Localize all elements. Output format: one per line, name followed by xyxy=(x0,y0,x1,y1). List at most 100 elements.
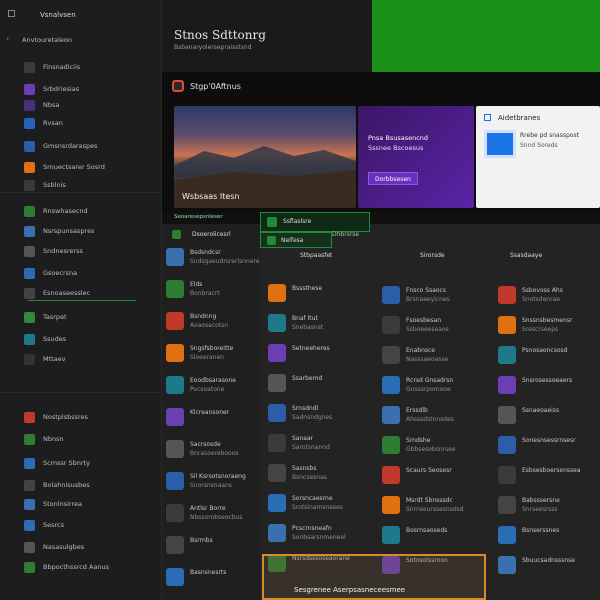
list-item[interactable]: Bnaf ltut Snebasnst xyxy=(268,314,323,332)
item-title: Ssbovoss Ahs xyxy=(522,287,563,294)
app-icon xyxy=(382,466,400,484)
item-title: Sil Ksrsotsnoraeng xyxy=(190,473,246,480)
divider xyxy=(0,192,160,193)
promo-card[interactable]: Pnsa Bsusasencnd Sssnee Bscoesus Dorbbse… xyxy=(358,106,474,208)
card-text-1: Rrebe pd snasspost xyxy=(520,132,579,139)
card-text-2: Snnd Soreds xyxy=(520,142,558,149)
list-item[interactable]: Fsoesbesan Ssboeeeseaos xyxy=(382,316,449,334)
list-item[interactable]: Pcscrnsneafn Sonbsarsnmeneel xyxy=(268,524,346,542)
item-subtitle: Sndsgaeudrsrerlsnnere xyxy=(190,258,260,265)
promo-button-label: Dorbbsesen xyxy=(375,176,411,183)
featured-band: Stgp'0Aftnus Wsbsaas Itesn Pnsa Bsusasen… xyxy=(162,72,600,212)
sidebar-item[interactable]: Bbpocthssrcd Aanus xyxy=(0,558,160,576)
app-icon xyxy=(498,526,516,544)
list-item[interactable]: Enabnsce Nasssaeoasse xyxy=(382,346,448,364)
item-subtitle: Snrnseurssesnsdsd xyxy=(406,506,464,513)
sidebar-item[interactable]: Nasasulgbes xyxy=(0,538,160,556)
list-item[interactable]: Babsssersne Snrseesrsss xyxy=(498,496,560,514)
list-item[interactable]: Esbsesboersenssea xyxy=(498,466,581,484)
list-item[interactable]: Klcreansoner xyxy=(166,408,229,426)
sidebar-item[interactable]: Nostplsbssres xyxy=(0,408,160,426)
sidebar-item[interactable]: Nbnsn xyxy=(0,430,160,448)
list-item[interactable]: Elds Bonbracrt xyxy=(166,280,220,298)
sidebar-item[interactable]: Gmsnsrdaraspes xyxy=(0,137,160,155)
list-item[interactable]: Sonesnsessrnsesr xyxy=(498,436,576,454)
sidebar-item-icon xyxy=(24,498,35,510)
list-item[interactable]: Sacrsosde Bnrasoerebooos xyxy=(166,440,239,458)
list-item[interactable]: Rcrsd Gnsadrsn Gnsssrpomooe xyxy=(382,376,453,394)
list-item[interactable]: Ssarbemd xyxy=(268,374,322,392)
list-item[interactable]: Bsrrnbs xyxy=(166,536,213,554)
promo-title: Pnsa Bsusasencnd xyxy=(368,134,429,142)
list-item[interactable]: Psnosaoncsosd xyxy=(498,346,567,364)
list-item[interactable]: Erssdlb Ahsssdstnnsdes xyxy=(382,406,454,424)
list-item[interactable]: Bosrnsaoseds xyxy=(382,526,447,544)
app-icon xyxy=(382,436,400,454)
list-item[interactable]: Snssnsbesmensr Srescrseeps xyxy=(498,316,572,334)
sidebar-item-label: Rvsan xyxy=(43,119,63,127)
info-card[interactable]: Aidetbranes Rrebe pd snasspost Snnd Sore… xyxy=(476,106,600,208)
list-item[interactable]: Bsdsndcsr Sndsgaeudrsrerlsnnere xyxy=(166,248,260,266)
chevron-left-icon: ‹ xyxy=(6,34,10,43)
list-item[interactable]: Ssbovoss Ahs Snotsdenrae xyxy=(498,286,563,304)
item-subtitle: Sonbsarsnmeneel xyxy=(292,534,346,541)
item-subtitle: Sadnsndgnes xyxy=(292,414,333,421)
list-item[interactable]: Basnsnesrts xyxy=(166,568,226,586)
promo-button[interactable]: Dorbbsesen xyxy=(368,172,418,185)
list-item[interactable]: Fnsco Ssaocs Brsnaeeyicnes xyxy=(382,286,450,304)
list-item[interactable]: Setneeheres xyxy=(268,344,330,362)
tab-two[interactable]: Dhbrsrse xyxy=(332,231,359,238)
sidebar-item[interactable]: Bolahnisusbes xyxy=(0,476,160,494)
list-item[interactable]: Sanaar Sarotsnannd xyxy=(268,434,330,452)
sidebar-item[interactable]: Nbsa xyxy=(0,96,160,114)
item-subtitle: Snorsnsnaans xyxy=(190,482,232,489)
tab-three[interactable]: Stbpaasfet xyxy=(300,252,332,259)
sidebar-item[interactable]: Sndnesrerss xyxy=(0,242,160,260)
sidebar-item-icon xyxy=(24,287,35,299)
list-item[interactable]: Antlsr Borre Nbssorobseocbus xyxy=(166,504,243,522)
app-icon xyxy=(267,217,277,227)
item-title: Bsnserssnes xyxy=(522,527,560,534)
app-icon xyxy=(268,284,286,302)
tab-one[interactable]: Dsoerolicesrl xyxy=(192,231,231,238)
sidebar-item[interactable]: Stonlnsirrea xyxy=(0,495,160,513)
list-item[interactable]: Bsndnng Aoaosacotsn xyxy=(166,312,228,330)
bottom-highlight[interactable]: Sesgrenee Aserpsasneceesmee xyxy=(262,554,486,600)
sidebar-item[interactable]: Srnuectsarer Sosrd xyxy=(0,158,160,176)
sidebar-item[interactable]: Scmssr Sbnrty xyxy=(0,454,160,472)
list-item[interactable]: Msrdt Sbnsssdc Snrnseurssesnsdsd xyxy=(382,496,464,514)
list-item[interactable]: Scaurs Seosesr xyxy=(382,466,452,484)
sidebar-item[interactable]: Nsrspunsaspres xyxy=(0,222,160,240)
sidebar-item[interactable]: Ssudes xyxy=(0,330,160,348)
sidebar-item[interactable]: Finsnadiciis xyxy=(0,58,160,76)
sidebar-item[interactable]: Rnswhasecnd xyxy=(0,202,160,220)
tab-five[interactable]: Ssasdaaye xyxy=(510,252,542,259)
list-item[interactable]: Srndshe Gbbsesobsnrsee xyxy=(382,436,456,454)
list-item[interactable]: Sbuucsadnsssnse xyxy=(498,556,575,574)
list-item[interactable]: Bsssthese xyxy=(268,284,322,302)
sidebar-item[interactable]: Sesrcs xyxy=(0,516,160,534)
app-icon xyxy=(498,436,516,454)
sidebar-item-label: Nsrspunsaspres xyxy=(43,227,95,235)
list-item[interactable]: Sorsncaesrne Srotsinamsnsees xyxy=(268,494,343,512)
back-button[interactable]: ‹ xyxy=(6,34,9,43)
sidebar-item[interactable]: Mttaev xyxy=(0,350,160,368)
list-item[interactable]: Sil Ksrsotsnoraeng Snorsnsnaans xyxy=(166,472,246,490)
sidebar-item[interactable]: Gsoecrsna xyxy=(0,264,160,282)
sidebar-item[interactable]: Rvsan xyxy=(0,114,160,132)
list-item[interactable]: Sasnsbs Bsncsesnas xyxy=(268,464,327,482)
sidebar-item-label: Ssblnis xyxy=(43,181,66,189)
list-item[interactable]: Srnsdndl Sadnsndgnes xyxy=(268,404,332,422)
card-icon xyxy=(484,114,491,121)
list-item[interactable]: Bsnserssnes xyxy=(498,526,559,544)
item-title: Bnaf ltut xyxy=(292,315,318,322)
list-item[interactable]: Eoodbsarasone Pocsoatone xyxy=(166,376,236,394)
sidebar-item[interactable]: Tasrpet xyxy=(0,308,160,326)
tab-four[interactable]: Sirorsde xyxy=(420,252,445,259)
list-item[interactable]: Sngsfsboreitte Sloeeranen xyxy=(166,344,233,362)
list-item[interactable]: Snsrosessoeaers xyxy=(498,376,572,394)
tab-row: Dsoerolicesrl Dhbrsrse xyxy=(162,228,600,244)
app-icon xyxy=(498,346,516,364)
item-title: Antlsr Borre xyxy=(190,505,226,512)
list-item[interactable]: Ssnaeoaeiss xyxy=(498,406,559,424)
